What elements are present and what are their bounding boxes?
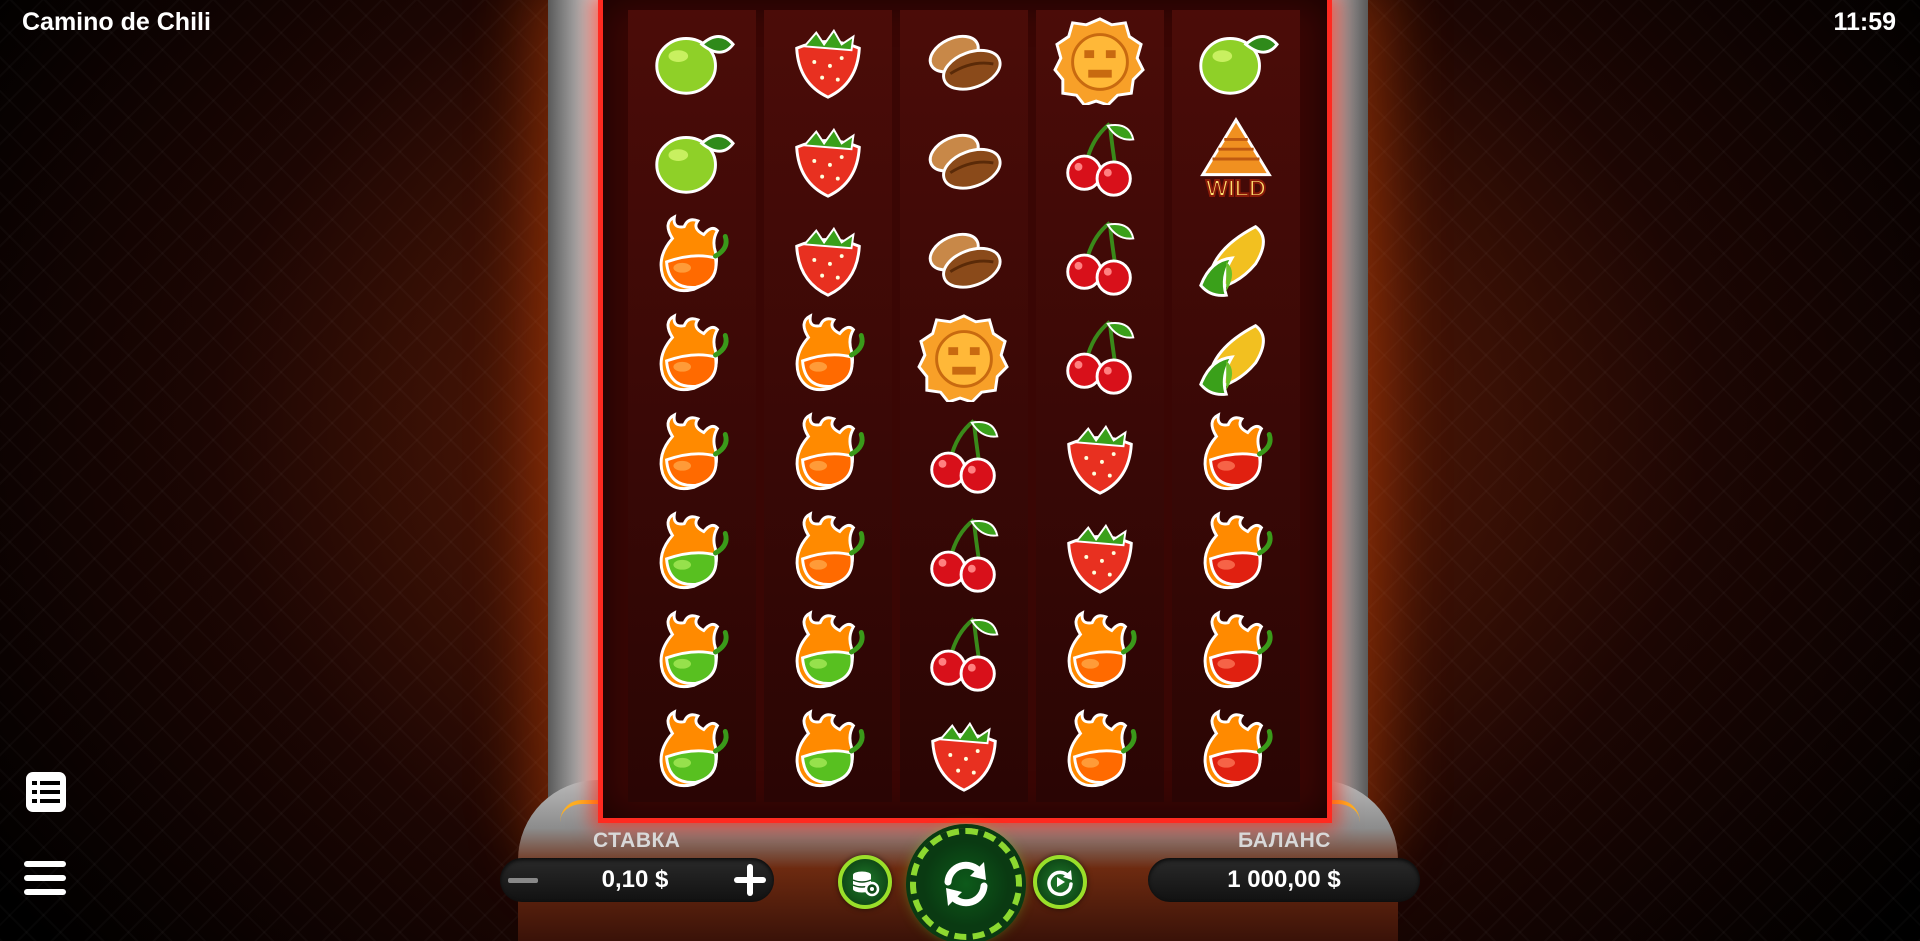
menu-button[interactable] (22, 856, 66, 900)
chili-red-symbol (1181, 609, 1291, 699)
cocoa-symbol (909, 213, 1019, 303)
cherry-symbol (1045, 213, 1155, 303)
strawberry-symbol (773, 213, 883, 303)
chili-red-symbol (1181, 510, 1291, 600)
chili-orange-symbol (637, 213, 747, 303)
svg-text:WILD: WILD (1206, 175, 1266, 201)
chili-orange-symbol (637, 312, 747, 402)
bet-settings-button[interactable] (838, 855, 892, 909)
cherry-symbol (1045, 312, 1155, 402)
lime-symbol (1181, 15, 1291, 105)
bet-value: 0,10 $ (601, 866, 669, 893)
chili-red-symbol (1181, 411, 1291, 501)
autoplay-button[interactable] (1033, 855, 1087, 909)
strawberry-symbol (909, 708, 1019, 798)
balance-label: БАЛАНС (1238, 829, 1331, 852)
chili-orange-symbol (1045, 708, 1155, 798)
lime-symbol (637, 114, 747, 204)
cherry-symbol (909, 609, 1019, 699)
autoplay-icon (1047, 870, 1073, 897)
cherry-symbol (909, 411, 1019, 501)
chili-orange-symbol (773, 312, 883, 402)
strawberry-symbol (773, 114, 883, 204)
bet-label: СТАВКА (593, 829, 681, 852)
chili-green-symbol (773, 708, 883, 798)
cherry-symbol (909, 510, 1019, 600)
cocoa-symbol (909, 114, 1019, 204)
hamburger-icon (24, 861, 66, 895)
coins-gear-icon (852, 871, 880, 897)
spin-arrows-icon (944, 861, 988, 907)
strawberry-symbol (773, 15, 883, 105)
paytable-icon (26, 772, 66, 812)
lime-symbol (637, 15, 747, 105)
increase-bet-button[interactable] (730, 860, 770, 900)
aztec-scatter-symbol (1045, 15, 1155, 105)
reel-grid: WILD (628, 10, 1302, 802)
decrease-bet-button[interactable] (506, 862, 542, 898)
cocoa-symbol (909, 15, 1019, 105)
wild-pyramid-symbol: WILD (1181, 114, 1291, 204)
chili-green-symbol (773, 609, 883, 699)
chili-green-symbol (637, 609, 747, 699)
corn-symbol (1181, 312, 1291, 402)
chili-orange-symbol (773, 510, 883, 600)
chili-red-symbol (1181, 708, 1291, 798)
chili-green-symbol (637, 708, 747, 798)
cherry-symbol (1045, 114, 1155, 204)
aztec-scatter-symbol (909, 312, 1019, 402)
chili-orange-symbol (773, 411, 883, 501)
chili-green-symbol (637, 510, 747, 600)
app-title: Camino de Chili (22, 8, 211, 36)
balance-value: 1 000,00 $ (1227, 866, 1341, 893)
spin-button[interactable] (910, 828, 1022, 940)
strawberry-symbol (1045, 411, 1155, 501)
chili-orange-symbol (637, 411, 747, 501)
corn-symbol (1181, 213, 1291, 303)
strawberry-symbol (1045, 510, 1155, 600)
clock: 11:59 (1833, 8, 1896, 36)
paytable-button[interactable] (24, 770, 68, 814)
chili-orange-symbol (1045, 609, 1155, 699)
